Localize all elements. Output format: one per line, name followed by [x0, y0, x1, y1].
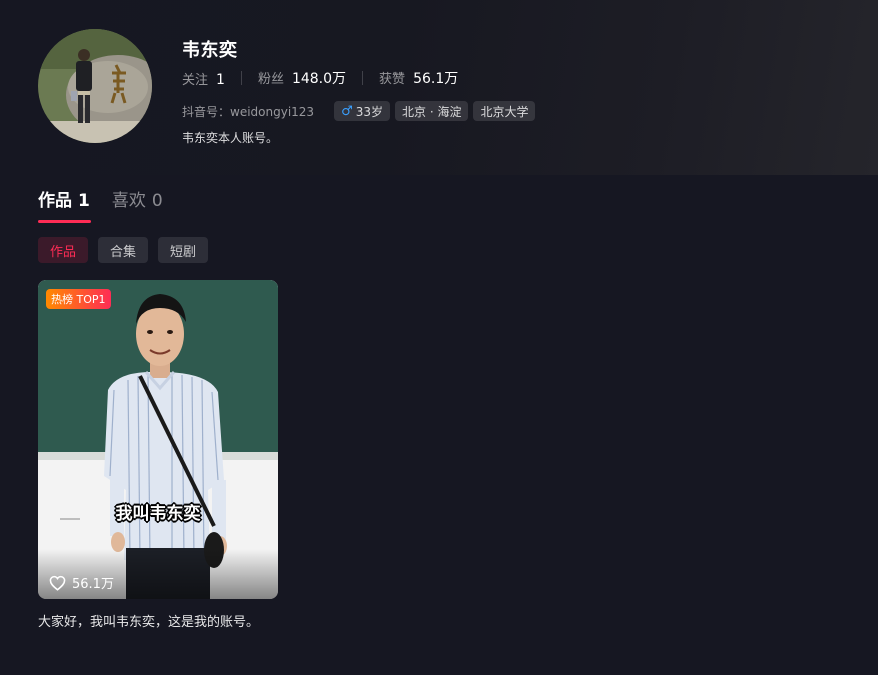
filter-short-dramas[interactable]: 短剧	[158, 237, 209, 263]
profile-header: 韦东奕 关注 1 粉丝 148.0万 获赞 56.1万 抖音号：weidongy…	[0, 0, 878, 175]
content-tabs: 作品 1 喜欢 0	[38, 186, 185, 224]
video-subtitle: 我叫韦东奕	[115, 504, 201, 524]
divider	[362, 71, 364, 85]
age-label: 33岁	[355, 104, 383, 119]
male-icon: ♂	[341, 103, 353, 119]
likes-count: 56.1万	[72, 577, 114, 592]
tab-count: 1	[78, 191, 90, 211]
stat-label: 粉丝	[257, 72, 284, 87]
stat-value: 148.0万	[291, 71, 347, 87]
likes-received-stat: 获赞 56.1万	[379, 68, 458, 88]
stat-label: 关注	[182, 72, 209, 88]
profile-meta: 抖音号：weidongyi123 ♂ 33岁 北京 · 海淀 北京大学	[182, 101, 540, 121]
filter-collections[interactable]: 合集	[98, 237, 149, 263]
stat-value: 1	[216, 71, 225, 88]
divider	[240, 71, 242, 85]
profile-stats: 关注 1 粉丝 148.0万 获赞 56.1万	[182, 68, 458, 88]
hot-rank-badge: 热榜 TOP1	[46, 289, 111, 309]
filter-works[interactable]: 作品	[38, 237, 89, 263]
video-card[interactable]: 热榜 TOP1 我叫韦东奕 56.1万	[38, 280, 278, 599]
video-likes: 56.1万	[49, 573, 114, 592]
age-tag: ♂ 33岁	[334, 101, 390, 121]
tab-count: 0	[151, 191, 163, 211]
tab-label: 喜欢	[111, 191, 146, 211]
stat-label: 获赞	[379, 72, 406, 87]
avatar[interactable]	[38, 29, 152, 143]
school-tag: 北京大学	[473, 101, 536, 121]
stat-value: 56.1万	[413, 71, 459, 87]
tab-works[interactable]: 作品 1	[38, 186, 91, 224]
video-title[interactable]: 大家好，我叫韦东奕，这是我的账号。	[38, 611, 259, 630]
bio: 韦东奕本人账号。	[182, 131, 279, 145]
followers-stat[interactable]: 粉丝 148.0万	[258, 68, 346, 88]
heart-icon	[49, 575, 66, 591]
username: 韦东奕	[182, 40, 238, 61]
following-stat[interactable]: 关注 1	[182, 69, 225, 88]
sub-filters: 作品 合集 短剧	[38, 237, 218, 263]
active-tab-indicator	[38, 220, 91, 223]
douyin-id: 抖音号：weidongyi123	[182, 104, 315, 119]
tab-label: 作品	[38, 191, 72, 211]
tab-likes[interactable]: 喜欢 0	[112, 186, 163, 224]
location-tag: 北京 · 海淀	[395, 101, 469, 121]
